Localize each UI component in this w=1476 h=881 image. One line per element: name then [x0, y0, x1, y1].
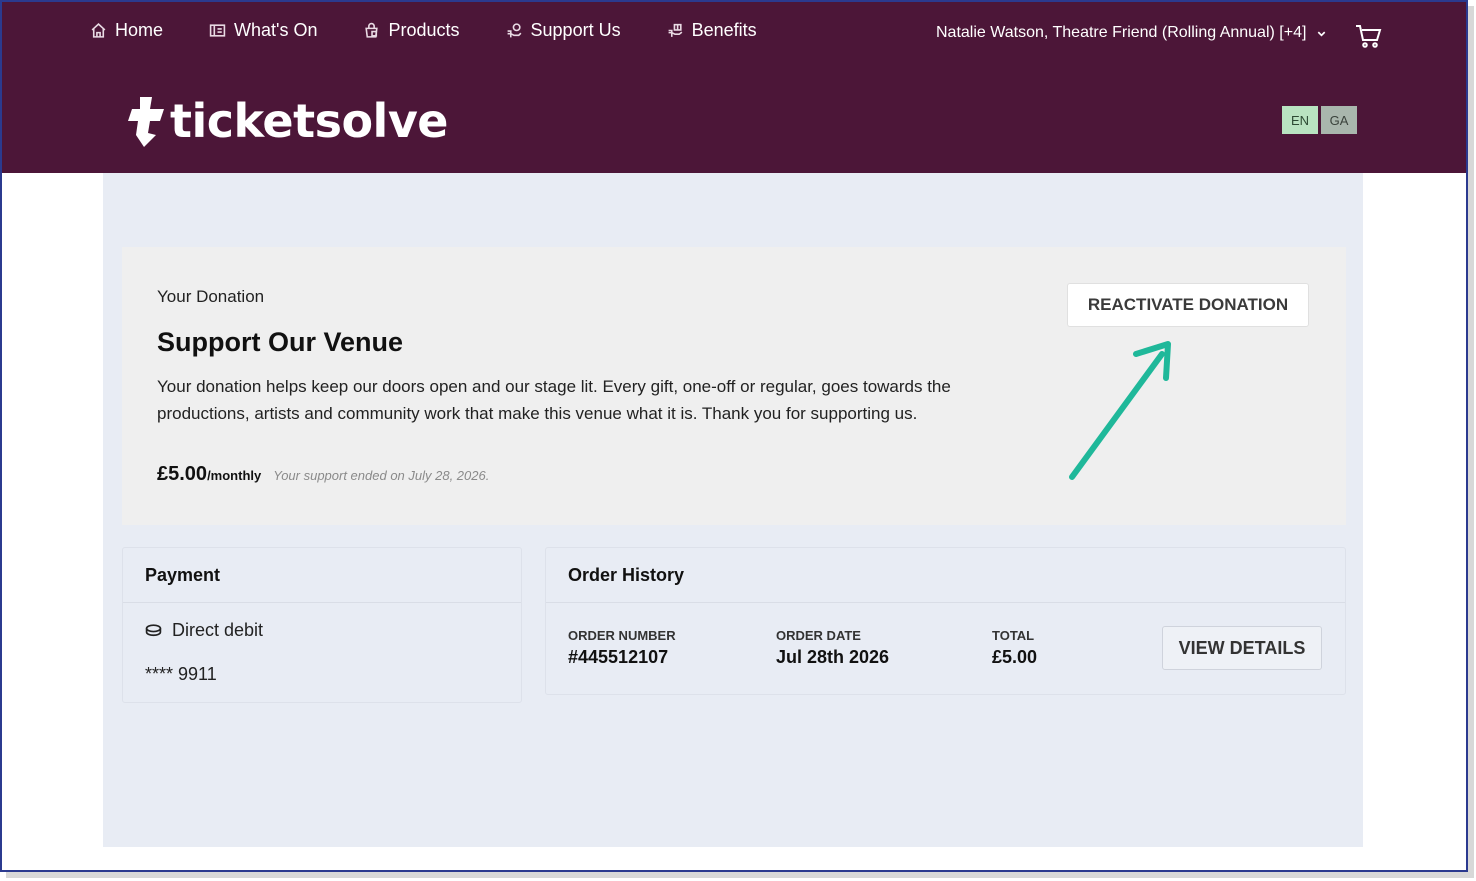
- nav-products[interactable]: Products: [363, 20, 460, 41]
- main-nav: Home What's On Products Support Us Benef…: [90, 20, 757, 41]
- donation-amount: £5.00: [157, 463, 208, 485]
- order-history-title: Order History: [546, 548, 1345, 603]
- donation-ended-note: Your support ended on July 28, 2026.: [273, 468, 490, 483]
- user-menu-label: Natalie Watson, Theatre Friend (Rolling …: [936, 24, 1307, 41]
- order-history-card: Order History ORDER NUMBER #445512107 OR…: [545, 547, 1346, 695]
- language-switcher: EN GA: [1282, 106, 1357, 134]
- user-menu[interactable]: Natalie Watson, Theatre Friend (Rolling …: [936, 24, 1327, 42]
- nav-support-us-label: Support Us: [530, 20, 621, 40]
- order-date-column: ORDER DATE Jul 28th 2026: [776, 628, 889, 668]
- coins-icon: [145, 624, 162, 637]
- donate-icon: [507, 23, 521, 38]
- payment-masked-number: **** 9911: [145, 664, 217, 684]
- nav-home[interactable]: Home: [90, 20, 163, 41]
- order-total-value: £5.00: [992, 647, 1038, 667]
- order-total-column: TOTAL £5.00: [992, 628, 1037, 668]
- nav-products-label: Products: [388, 20, 460, 40]
- payment-title: Payment: [123, 548, 521, 603]
- home-icon: [91, 23, 106, 38]
- donation-title: Support Our Venue: [157, 327, 404, 357]
- nav-benefits-label: Benefits: [691, 20, 757, 40]
- lang-en-button[interactable]: EN: [1282, 106, 1318, 134]
- lang-ga-button[interactable]: GA: [1321, 106, 1357, 134]
- nav-whats-on[interactable]: What's On: [209, 20, 317, 41]
- ticketsolve-logo[interactable]: ticketsolve: [126, 94, 449, 148]
- ticket-icon: [209, 24, 226, 37]
- logo-mark-icon: [128, 97, 164, 147]
- order-number-label: ORDER NUMBER: [568, 628, 676, 643]
- annotation-arrow-icon: [1069, 341, 1171, 480]
- donation-description: Your donation helps keep our doors open …: [157, 377, 951, 423]
- order-number-column: ORDER NUMBER #445512107: [568, 628, 676, 668]
- nav-benefits[interactable]: Benefits: [667, 20, 757, 41]
- cart-icon: [1356, 25, 1382, 48]
- order-date-label: ORDER DATE: [776, 628, 861, 643]
- chevron-down-icon: [1318, 31, 1326, 37]
- donation-amount-row: £5.00 /monthly Your support ended on Jul…: [157, 463, 489, 486]
- gift-hand-icon: [668, 23, 682, 37]
- payment-method: Direct debit: [145, 620, 263, 641]
- donation-label: Your Donation: [157, 287, 265, 306]
- order-date-value: Jul 28th 2026: [776, 647, 890, 667]
- payment-method-label: Direct debit: [172, 620, 264, 640]
- nav-home-label: Home: [115, 20, 164, 40]
- logo-text: ticketsolve: [170, 94, 449, 148]
- donation-period: /monthly: [207, 468, 262, 483]
- nav-support-us[interactable]: Support Us: [506, 20, 621, 41]
- shopping-bag-icon: [365, 22, 379, 38]
- browser-frame: Home What's On Products Support Us Benef…: [0, 0, 1468, 872]
- order-number-value: #445512107: [568, 647, 669, 667]
- main-content: Your Donation Support Our Venue Your don…: [103, 173, 1363, 847]
- order-total-label: TOTAL: [992, 628, 1035, 643]
- payment-card: Payment Direct debit **** 9911: [122, 547, 522, 703]
- site-header: Home What's On Products Support Us Benef…: [2, 2, 1466, 173]
- view-details-button[interactable]: VIEW DETAILS: [1162, 626, 1322, 670]
- nav-whats-on-label: What's On: [234, 20, 318, 40]
- cart-button[interactable]: [1354, 22, 1382, 50]
- reactivate-donation-button[interactable]: REACTIVATE DONATION: [1067, 283, 1309, 327]
